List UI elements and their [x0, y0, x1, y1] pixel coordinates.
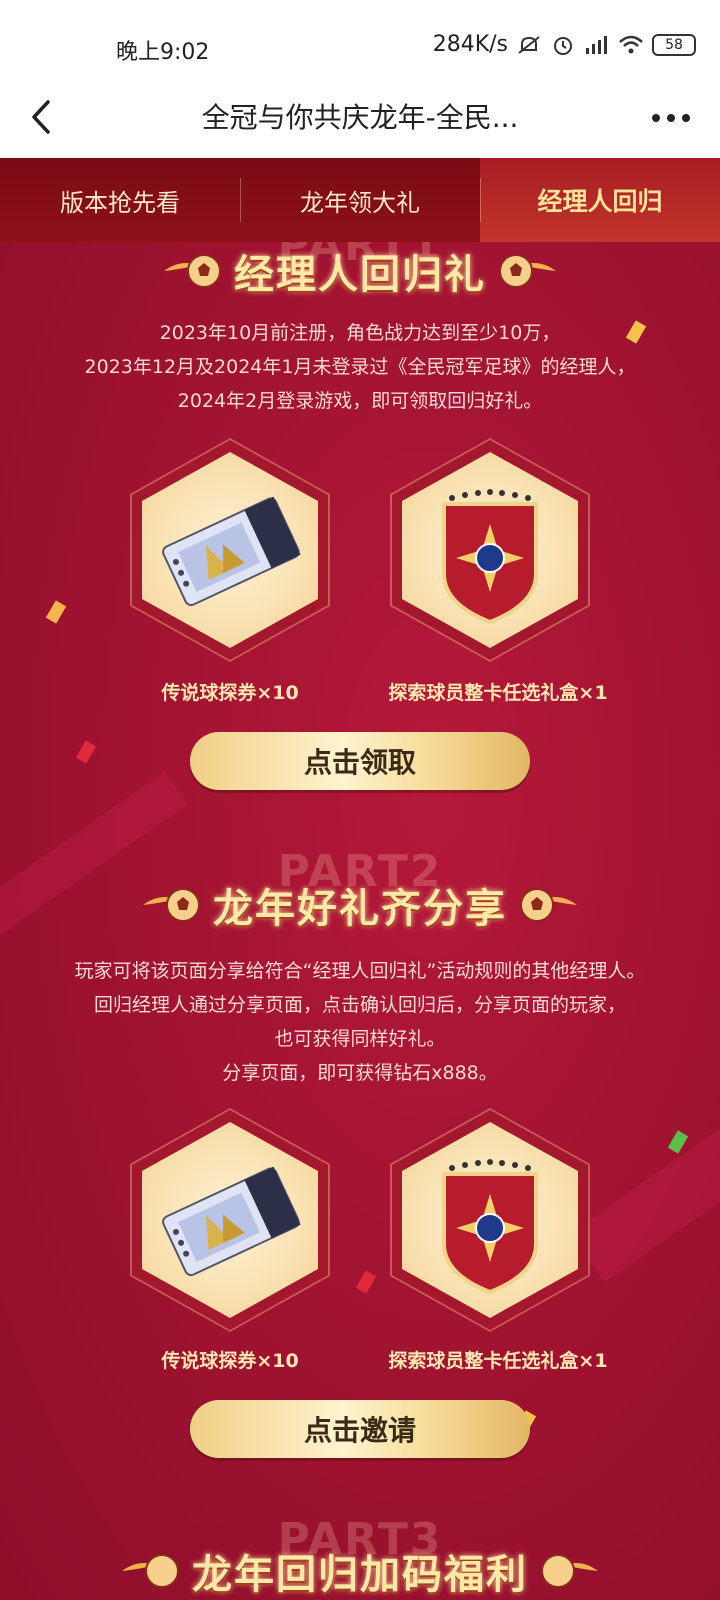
football-icon: [520, 888, 577, 922]
reward-label: 探索球员整卡任选礼盒×1: [388, 682, 608, 704]
tab-manager-return[interactable]: 经理人回归: [480, 158, 720, 242]
confetti: [45, 600, 67, 624]
description-line: 分享页面，即可获得钻石x888。: [222, 1062, 498, 1084]
description-line: 2023年12月及2024年1月未登录过《全民冠军足球》的经理人，: [84, 356, 636, 378]
network-speed: 284K/s: [432, 32, 508, 57]
reward-label: 传说球探券×10: [161, 682, 299, 704]
football-icon: [143, 888, 200, 922]
more-options-icon[interactable]: [646, 98, 696, 138]
reward-label: 传说球探券×10: [161, 1350, 299, 1372]
bg-streak: [569, 1061, 720, 1283]
description-line: 2023年10月前注册，角色战力达到至少10万，: [159, 322, 561, 344]
section-header: 龙年回归加码福利: [0, 1542, 720, 1600]
tab-bar: 版本抢先看 龙年领大礼 经理人回归: [0, 158, 720, 242]
signal-icon: [586, 35, 607, 54]
back-arrow-icon[interactable]: [22, 92, 72, 142]
section-title: 经理人回归礼: [234, 252, 486, 298]
reward-card: [390, 438, 590, 662]
status-time: 晚上9:02: [116, 40, 210, 65]
mute-icon: [518, 35, 540, 54]
description-line: 玩家可将该页面分享给符合“经理人回归礼”活动规则的其他经理人。: [74, 960, 646, 982]
confetti: [667, 1130, 689, 1154]
section-header: 经理人回归礼: [0, 242, 720, 300]
section-description: 玩家可将该页面分享给符合“经理人回归礼”活动规则的其他经理人。 回归经理人通过分…: [20, 954, 700, 1090]
confetti: [75, 740, 97, 764]
football-icon: [122, 1554, 179, 1588]
description-line: 也可获得同样好礼。: [274, 1028, 446, 1050]
description-line: 2024年2月登录游戏，即可领取回归好礼。: [177, 390, 543, 412]
tab-dragon-year-gifts[interactable]: 龙年领大礼: [240, 158, 480, 242]
description-line: 回归经理人通过分享页面，点击确认回归后，分享页面的玩家，: [93, 994, 626, 1016]
alarm-icon: [554, 36, 572, 55]
section-description: 2023年10月前注册，角色战力达到至少10万， 2023年12月及2024年1…: [20, 316, 700, 418]
nav-bar: 全冠与你共庆龙年-全民...: [0, 78, 720, 158]
ex-badge-icon: [442, 1159, 538, 1295]
football-icon: [164, 254, 221, 288]
section-title: 龙年回归加码福利: [192, 1552, 528, 1598]
football-icon: [499, 254, 556, 288]
ex-badge-icon: [442, 489, 538, 625]
wifi-icon: [619, 35, 643, 53]
invite-button[interactable]: 点击邀请: [190, 1400, 530, 1458]
status-bar: 晚上9:02 284K/s 58: [0, 0, 720, 78]
reward-card: [130, 1108, 330, 1332]
claim-button[interactable]: 点击领取: [190, 732, 530, 790]
tab-version-preview[interactable]: 版本抢先看: [0, 158, 240, 242]
main-content: PART1 经理人回归礼 2023年10月前注册，角色战力达到至少10万， 20…: [0, 242, 720, 1600]
legend-ticket-icon: [162, 496, 301, 607]
section-header: 龙年好礼齐分享: [0, 876, 720, 934]
legend-ticket-icon: [162, 1166, 301, 1277]
status-icons: 284K/s 58: [433, 32, 696, 57]
reward-label: 探索球员整卡任选礼盒×1: [388, 1350, 608, 1372]
section-title: 龙年好礼齐分享: [213, 886, 507, 932]
battery-indicator: 58: [652, 33, 696, 56]
football-icon: [541, 1554, 598, 1588]
page-title: 全冠与你共庆龙年-全民...: [201, 101, 519, 134]
reward-card: [390, 1108, 590, 1332]
reward-card: [130, 438, 330, 662]
confetti: [355, 1270, 377, 1294]
